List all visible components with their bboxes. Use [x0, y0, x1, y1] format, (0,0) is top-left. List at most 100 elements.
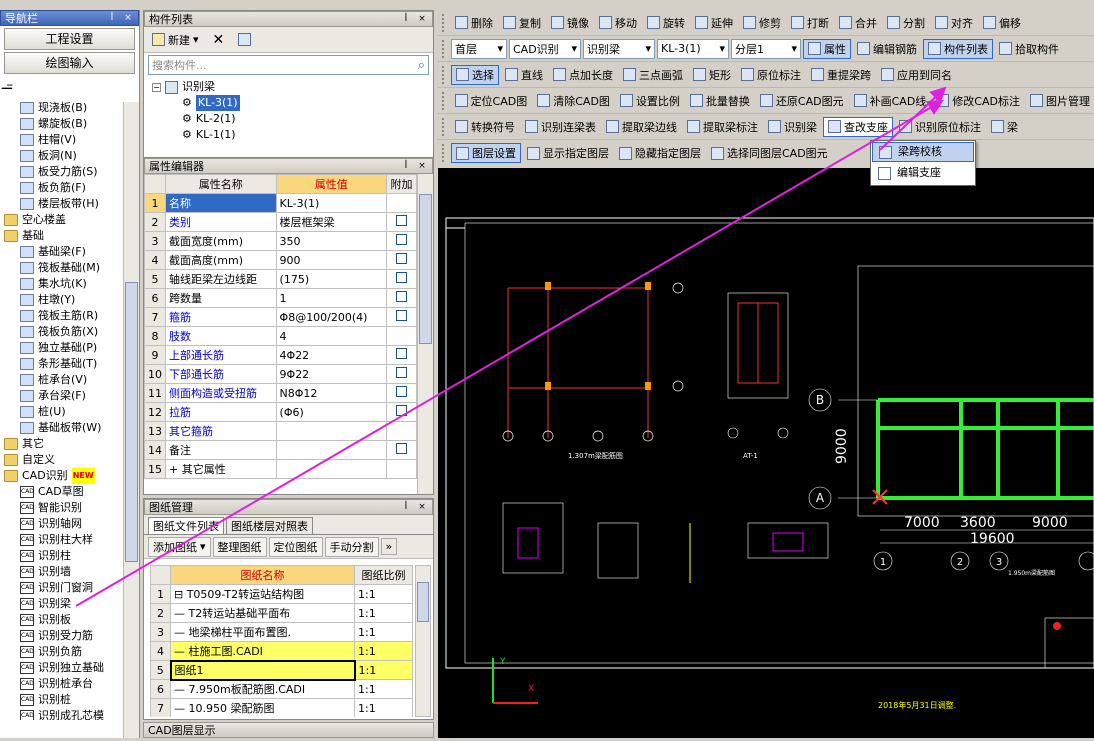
drawing-name[interactable]: — 地梁梯柱平面布置图. [170, 622, 355, 642]
nav-tree-item[interactable]: 筏板负筋(X) [0, 324, 139, 340]
toolbar-button[interactable]: 合并 [835, 14, 881, 32]
toolbar-button[interactable]: 矩形 [689, 66, 735, 84]
drawing-name[interactable]: — T2转运站基础平面布 [170, 603, 355, 623]
nav-tree-item[interactable]: 集水坑(K) [0, 276, 139, 292]
property-row[interactable]: 12 拉筋 (Φ6) [144, 402, 417, 422]
close-icon[interactable]: × [416, 161, 428, 171]
property-row[interactable]: 8 肢数 4 [144, 326, 417, 346]
extra-checkbox[interactable] [396, 215, 407, 226]
property-row[interactable]: 7 箍筋 Φ8@100/200(4) [144, 307, 417, 327]
nav-tree-item[interactable]: CAD 识别门窗洞 [0, 580, 139, 596]
pin-icon[interactable]: ꟾ [106, 13, 118, 23]
new-button[interactable]: 新建 ▾ [148, 31, 203, 49]
drawing-scale[interactable]: 1:1 [354, 622, 413, 642]
nav-tree-item[interactable]: 基础板带(W) [0, 420, 139, 436]
search-icon[interactable]: ⌕ [418, 58, 428, 73]
project-settings-button[interactable]: 工程设置 [4, 28, 135, 50]
component-list-toggle-button[interactable]: 构件列表 [923, 38, 993, 59]
nav-tree-item[interactable]: 螺旋板(B) [0, 116, 139, 132]
toolbar-button[interactable]: 提取梁边线 [602, 118, 681, 136]
property-value[interactable]: 4Φ22 [275, 345, 388, 365]
close-icon[interactable]: × [416, 14, 428, 24]
draw-scroll-thumb[interactable] [417, 582, 429, 622]
layer-select[interactable]: 分层1 ▾ [731, 38, 801, 59]
nav-tree-item[interactable]: CAD识别 NEW [0, 468, 139, 484]
toolbar-button[interactable]: 对齐 [931, 14, 977, 32]
nav-tree-item[interactable]: CAD 识别负筋 [0, 644, 139, 660]
edit-support-menu-item[interactable]: 编辑支座 [872, 163, 974, 183]
drawing-scale[interactable]: 1:1 [354, 603, 413, 623]
nav-tree-item[interactable]: CAD 识别独立基础 [0, 660, 139, 676]
property-value[interactable] [275, 459, 388, 479]
more-icon[interactable]: » [380, 538, 398, 555]
nav-tree-item[interactable]: CAD 识别板 [0, 612, 139, 628]
toolbar-button[interactable]: 识别梁 [764, 118, 821, 136]
component-search[interactable]: 搜索构件... ⌕ [148, 55, 429, 75]
toolbar-button[interactable]: 分割 [883, 14, 929, 32]
toolbar-button[interactable]: 显示指定图层 [523, 144, 613, 162]
collapse-icon[interactable]: − [152, 82, 161, 92]
toolbar-button[interactable]: 打断 [787, 14, 833, 32]
nav-tree-item[interactable]: 空心楼盖 [0, 212, 139, 228]
nav-tree-item[interactable]: 现浇板(B) [0, 100, 139, 116]
toolbar-button[interactable]: 设置比例 [616, 92, 684, 110]
component-item[interactable]: ⚙ KL-2(1) [182, 111, 425, 127]
nav-tree-item[interactable]: 板洞(N) [0, 148, 139, 164]
toolbar-grip[interactable] [442, 144, 446, 162]
extra-checkbox[interactable] [396, 272, 407, 283]
property-row[interactable]: 11 侧面构造或受扭筋 N8Φ12 [144, 383, 417, 403]
property-value[interactable]: N8Φ12 [275, 383, 388, 403]
toolbar-button[interactable]: 转换符号 [451, 118, 519, 136]
property-value[interactable]: 350 [275, 231, 388, 251]
nav-tree-item[interactable]: CAD 识别桩 [0, 692, 139, 708]
nav-tree-item[interactable]: 楼层板带(H) [0, 196, 139, 212]
toolbar-button[interactable]: 复制 [499, 14, 545, 32]
property-row[interactable]: 9 上部通长筋 4Φ22 [144, 345, 417, 365]
toolbar-button[interactable]: 重提梁跨 [807, 66, 875, 84]
drawing-name[interactable]: 图纸1 [169, 659, 356, 681]
component-item[interactable]: ⚙ KL-1(1) [182, 127, 425, 143]
nav-tree-item[interactable]: CAD 识别柱大样 [0, 532, 139, 548]
toolbar-button[interactable]: 删除 [451, 14, 497, 32]
tree-toolbar-icon[interactable]: ⁻̶ [0, 76, 139, 100]
drawing-row[interactable]: 3— 地梁梯柱平面布置图. 1:1 [150, 622, 413, 642]
pin-icon[interactable]: ꟾ [400, 161, 412, 171]
extra-checkbox[interactable] [396, 405, 407, 416]
floor-select[interactable]: 首层 ▾ [451, 38, 507, 59]
drawing-row[interactable]: 1 ⊟ T0509-T2转运站结构图 1:1 [150, 584, 413, 604]
nav-tree-item[interactable]: 基础梁(F) [0, 244, 139, 260]
property-row[interactable]: 14 备注 [144, 440, 417, 460]
pin-icon[interactable]: ꟾ [400, 502, 412, 512]
toolbar-button[interactable]: 定位CAD图 [451, 92, 532, 110]
mode-select[interactable]: CAD识别 ▾ [509, 38, 581, 59]
toolbar-button[interactable]: 还原CAD图元 [756, 92, 848, 110]
property-row[interactable]: 13 其它箍筋 [144, 421, 417, 441]
locate-drawing-button[interactable]: 定位图纸 [268, 536, 323, 557]
property-value[interactable] [275, 440, 388, 460]
add-drawing-button[interactable]: 添加图纸 ▾ [148, 536, 211, 557]
draw-scrollbar[interactable] [415, 565, 431, 717]
toolbar-button[interactable]: 修剪 [739, 14, 785, 32]
toolbar-button[interactable]: 镜像 [547, 14, 593, 32]
copy-icon[interactable] [234, 32, 255, 47]
nav-tree-item[interactable]: 独立基础(P) [0, 340, 139, 356]
property-value[interactable]: (Φ6) [275, 402, 388, 422]
property-row[interactable]: 4 截面高度(mm) 900 [144, 250, 417, 270]
toolbar-grip[interactable] [442, 65, 446, 84]
nav-tree-item[interactable]: 其它 [0, 436, 139, 452]
nav-tree-item[interactable]: 筏板基础(M) [0, 260, 139, 276]
nav-tree-item[interactable]: CAD 识别梁 [0, 596, 139, 612]
drawing-name[interactable]: — 柱施工图.CADI [170, 641, 355, 661]
property-value[interactable] [275, 421, 388, 441]
extra-checkbox[interactable] [396, 443, 407, 454]
nav-tree-item[interactable]: 柱墩(Y) [0, 292, 139, 308]
beam-span-check-menu-item[interactable]: 梁跨校核 [872, 142, 974, 162]
property-value[interactable]: 楼层框架梁 [275, 212, 388, 232]
cad-drawing[interactable]: 1.307m梁配筋图 AT-1 B A 1 2 3 9000 7000 3600… [438, 168, 1094, 738]
toolbar-button[interactable]: 移动 [595, 14, 641, 32]
toolbar-button[interactable]: 识别原位标注 [895, 118, 985, 136]
toolbar-button[interactable]: 三点画弧 [619, 66, 687, 84]
extra-checkbox[interactable] [396, 291, 407, 302]
nav-tree-item[interactable]: CAD 识别桩承台 [0, 676, 139, 692]
manual-split-button[interactable]: 手动分割 [324, 536, 379, 557]
